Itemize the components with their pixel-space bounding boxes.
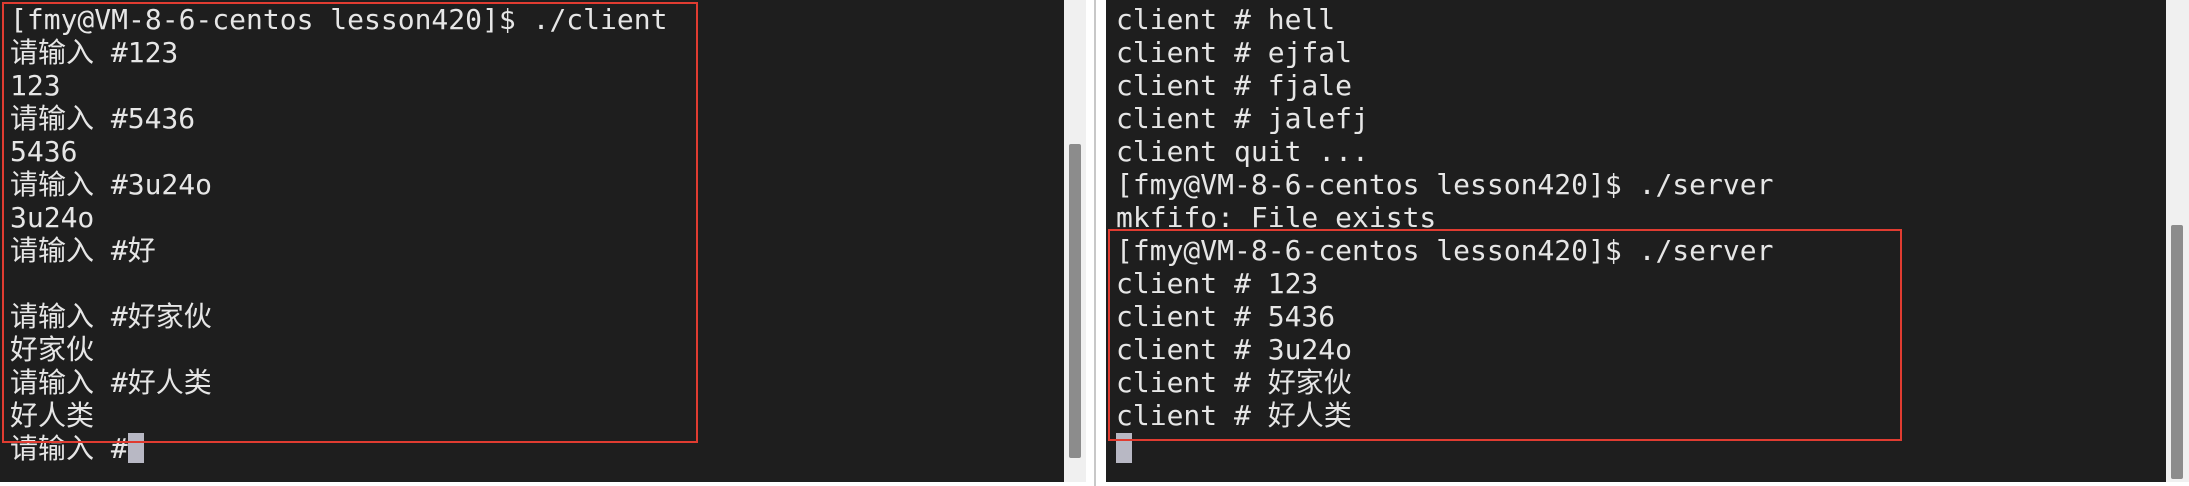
server-terminal-output: client # hell client # ejfal client # fj…	[1116, 3, 2126, 465]
text-cursor	[127, 433, 144, 463]
terminal-line: mkfifo: File exists	[1116, 201, 1437, 234]
client-terminal-output: [fmy@VM-8-6-centos lesson420]$ ./client …	[10, 3, 1024, 465]
terminal-line: 5436	[10, 135, 78, 168]
server-terminal-pane[interactable]: client # hell client # ejfal client # fj…	[1106, 0, 2166, 482]
terminal-line: client # ejfal	[1116, 36, 1353, 69]
terminal-line: client # 好人类	[1116, 399, 1352, 432]
terminal-prompt-line[interactable]: 请输入 #	[10, 432, 1024, 465]
terminal-line: 好人类	[10, 399, 95, 432]
terminal-line: [fmy@VM-8-6-centos lesson420]$ ./server	[1116, 168, 1774, 201]
terminal-line: client # 3u24o	[1116, 333, 1353, 366]
prompt-text: 请输入 #	[10, 432, 128, 465]
terminal-line: 请输入 #好家伙	[10, 300, 212, 333]
terminal-line: 请输入 #好	[10, 234, 156, 267]
terminal-line: client # jalefj	[1116, 102, 1369, 135]
divider-rule	[1094, 0, 1096, 486]
pane-divider[interactable]	[1086, 0, 1106, 486]
text-cursor	[1116, 433, 1132, 463]
terminal-line: 请输入 #123	[10, 36, 179, 69]
terminal-line: 请输入 #3u24o	[10, 168, 213, 201]
terminal-line: [fmy@VM-8-6-centos lesson420]$ ./server	[1116, 234, 1774, 267]
server-terminal-scrollbar[interactable]	[2166, 0, 2189, 482]
client-terminal-scrollbar[interactable]	[1064, 0, 1086, 482]
terminal-line: 请输入 #好人类	[10, 366, 212, 399]
terminal-prompt-line[interactable]	[1116, 432, 2126, 465]
split-terminal-screen: [fmy@VM-8-6-centos lesson420]$ ./client …	[0, 0, 2189, 486]
scrollbar-thumb[interactable]	[1069, 144, 1081, 458]
terminal-line: 好家伙	[10, 333, 95, 366]
terminal-line: client # 好家伙	[1116, 366, 1352, 399]
terminal-line: client # 123	[1116, 267, 1319, 300]
terminal-line: 请输入 #5436	[10, 102, 196, 135]
scrollbar-thumb[interactable]	[2171, 225, 2183, 479]
terminal-line: client # 5436	[1116, 300, 1336, 333]
terminal-line: 123	[10, 69, 61, 102]
terminal-line: client # hell	[1116, 3, 1336, 36]
terminal-line: client quit ...	[1116, 135, 1369, 168]
terminal-line: 3u24o	[10, 201, 95, 234]
client-terminal-pane[interactable]: [fmy@VM-8-6-centos lesson420]$ ./client …	[0, 0, 1064, 482]
terminal-line: client # fjale	[1116, 69, 1353, 102]
terminal-line: [fmy@VM-8-6-centos lesson420]$ ./client	[10, 3, 668, 36]
